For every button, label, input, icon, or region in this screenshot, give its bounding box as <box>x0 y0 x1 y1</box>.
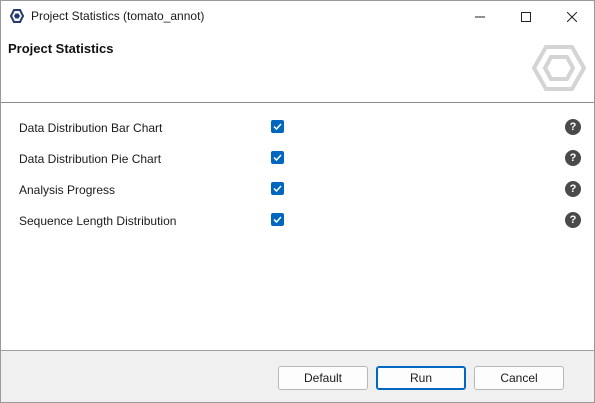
title-bar[interactable]: Project Statistics (tomato_annot) <box>1 1 594 32</box>
help-icon[interactable]: ? <box>565 181 581 197</box>
bar-chart-checkbox[interactable] <box>271 120 284 133</box>
maximize-icon <box>521 11 531 22</box>
run-button[interactable]: Run <box>376 366 466 390</box>
dialog-header: Project Statistics <box>1 32 594 102</box>
help-icon[interactable]: ? <box>565 150 581 166</box>
option-label: Data Distribution Pie Chart <box>19 152 162 166</box>
page-title: Project Statistics <box>8 41 114 56</box>
checkmark-icon <box>273 154 282 162</box>
dialog-window: Project Statistics (tomato_annot) Projec… <box>0 0 595 403</box>
minimize-button[interactable] <box>457 1 503 32</box>
help-icon[interactable]: ? <box>565 212 581 228</box>
default-button[interactable]: Default <box>278 366 368 390</box>
close-icon <box>567 11 577 22</box>
maximize-button[interactable] <box>503 1 549 32</box>
app-logo-icon <box>10 9 24 23</box>
option-row-analysis-progress: Analysis Progress ? <box>1 178 594 202</box>
option-row-bar-chart: Data Distribution Bar Chart ? <box>1 116 594 140</box>
checkmark-icon <box>273 185 282 193</box>
option-row-pie-chart: Data Distribution Pie Chart ? <box>1 147 594 171</box>
option-row-sequence-length: Sequence Length Distribution ? <box>1 209 594 233</box>
checkmark-icon <box>273 123 282 131</box>
hexagon-logo-icon <box>532 45 586 91</box>
option-label: Sequence Length Distribution <box>19 214 177 228</box>
dialog-footer: Default Run Cancel <box>1 350 594 402</box>
options-panel: Data Distribution Bar Chart ? Data Distr… <box>1 103 594 350</box>
checkmark-icon <box>273 216 282 224</box>
close-button[interactable] <box>549 1 594 32</box>
option-label: Data Distribution Bar Chart <box>19 121 163 135</box>
pie-chart-checkbox[interactable] <box>271 151 284 164</box>
help-icon[interactable]: ? <box>565 119 581 135</box>
cancel-button[interactable]: Cancel <box>474 366 564 390</box>
window-title: Project Statistics (tomato_annot) <box>31 9 205 23</box>
minimize-icon <box>475 16 485 17</box>
option-label: Analysis Progress <box>19 183 116 197</box>
analysis-progress-checkbox[interactable] <box>271 182 284 195</box>
sequence-length-checkbox[interactable] <box>271 213 284 226</box>
